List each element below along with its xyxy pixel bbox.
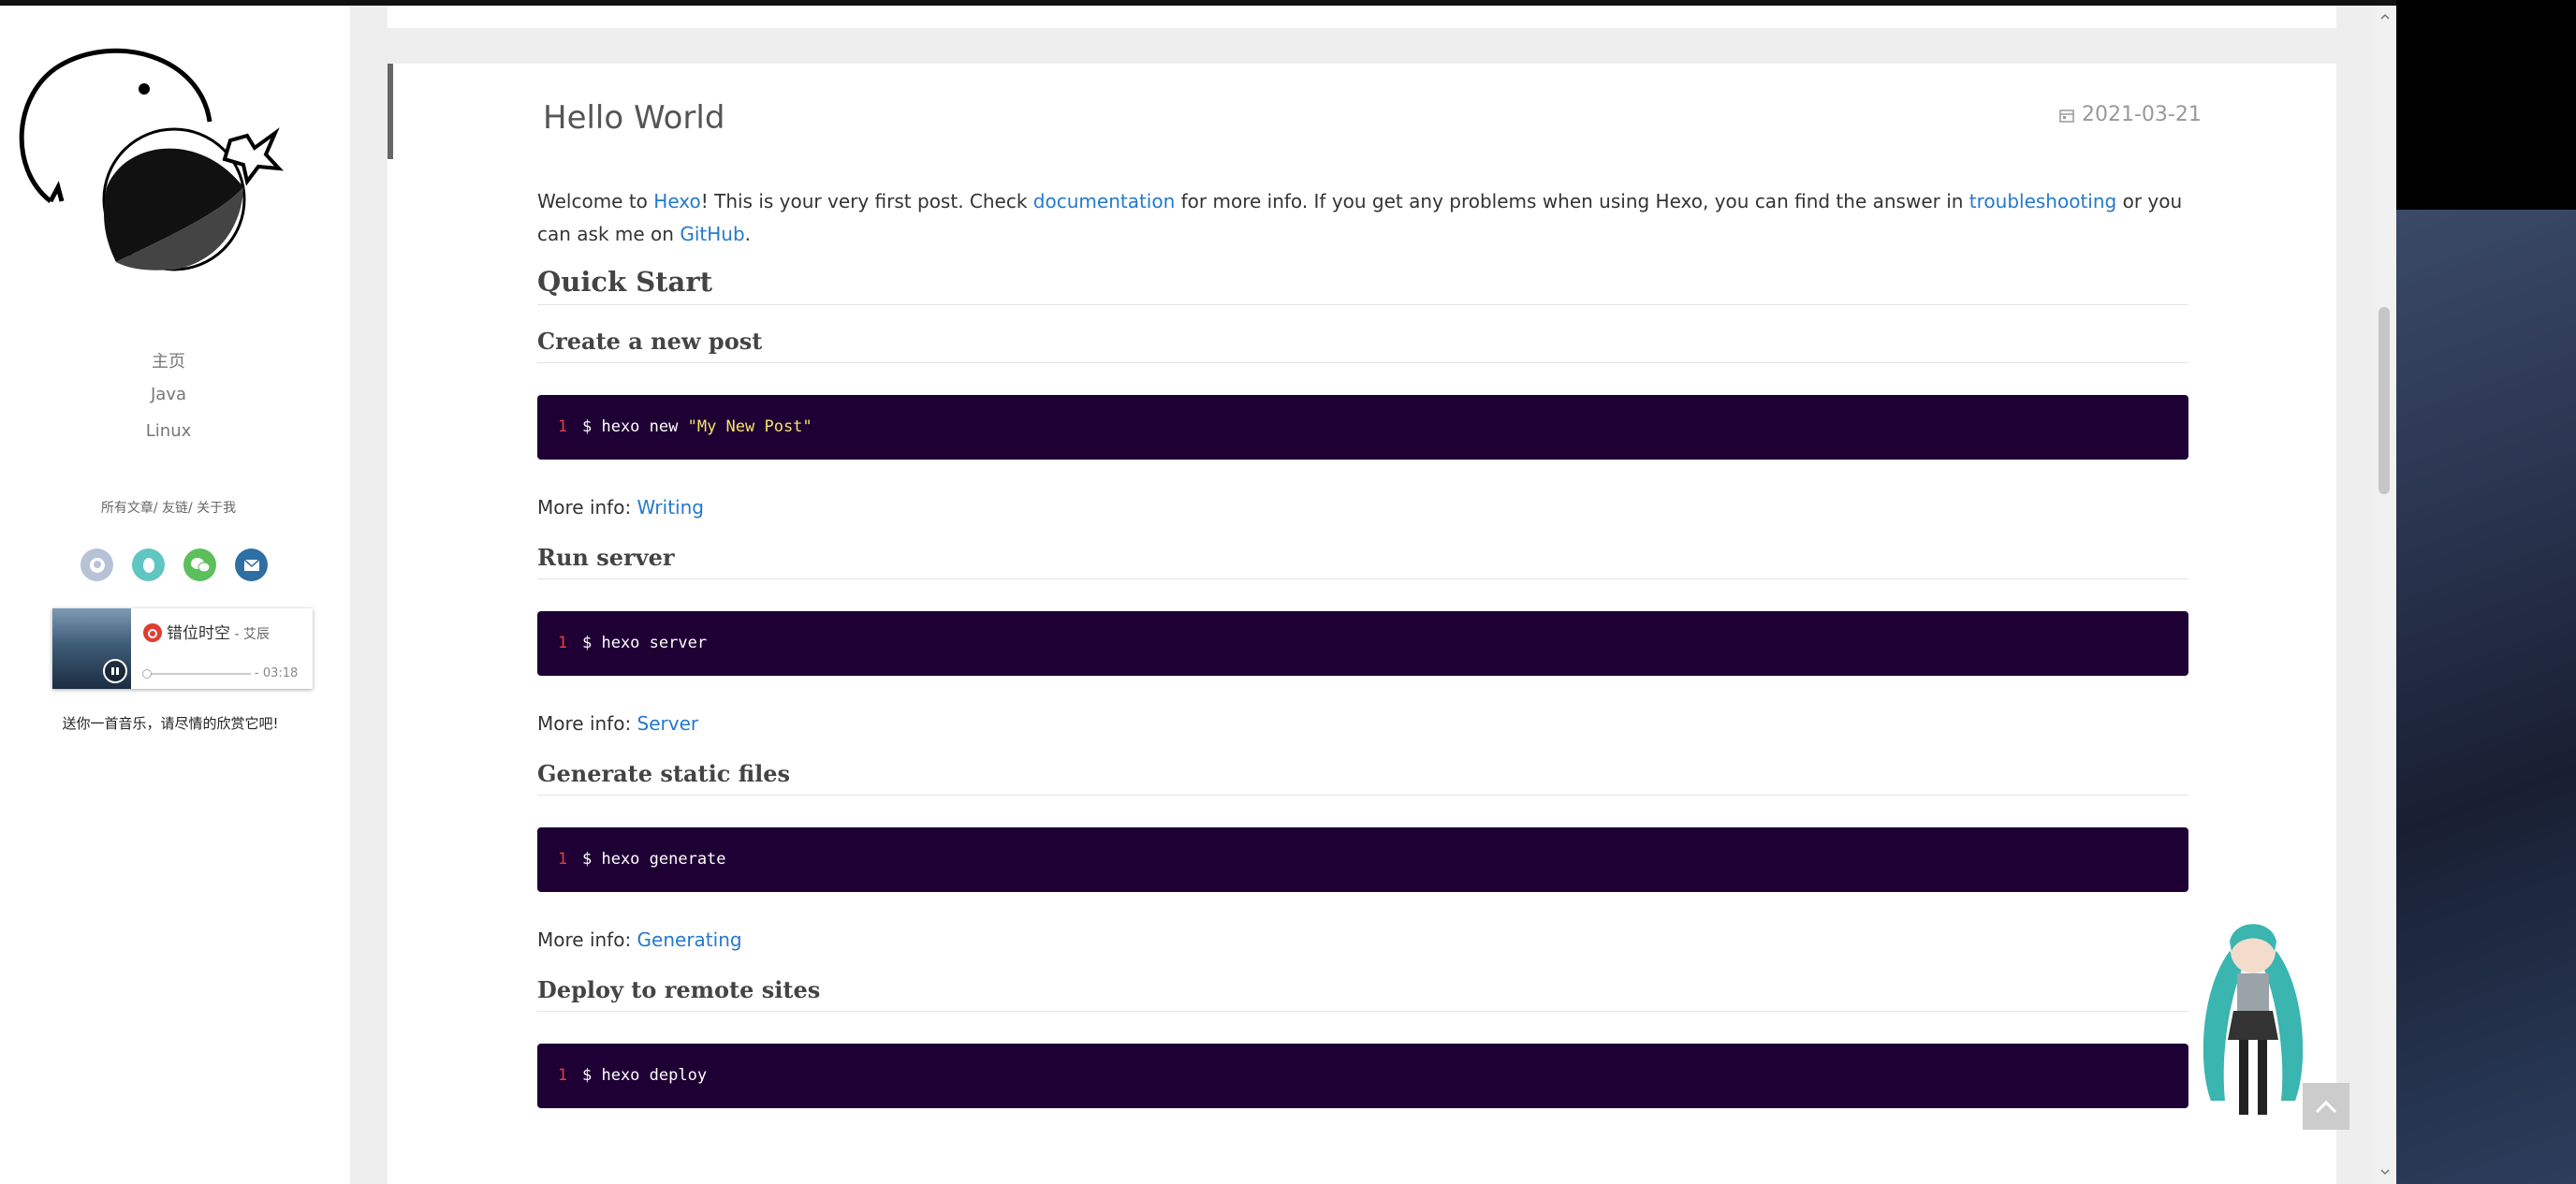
- avatar[interactable]: [13, 28, 294, 300]
- progress-knob[interactable]: [142, 669, 152, 679]
- chevron-up-icon: [2315, 1100, 2337, 1114]
- email-icon[interactable]: [235, 548, 268, 581]
- background-panel: [2396, 0, 2576, 1184]
- previous-card-edge: [388, 6, 2336, 28]
- heading-create-post: Create a new post: [537, 327, 2188, 363]
- pause-button[interactable]: [103, 659, 127, 683]
- song-title: 错位时空: [167, 624, 230, 643]
- progress-track: [148, 673, 251, 675]
- intro-paragraph: Welcome to Hexo! This is your very first…: [537, 190, 2183, 245]
- card-accent: [388, 64, 393, 159]
- post-date: 2021-03-21: [2059, 103, 2202, 126]
- more-info: More info: Writing: [537, 496, 704, 519]
- meta-links: 所有文章/ 友链/ 关于我: [100, 501, 237, 516]
- background-artwork: [2396, 210, 2576, 1184]
- code-block: 1 $ hexo deploy: [537, 1044, 2188, 1108]
- scroll-up-arrow-icon[interactable]: [2379, 11, 2391, 22]
- social-links: [80, 548, 268, 581]
- link-server[interactable]: Server: [637, 712, 699, 735]
- code-block: 1 $ hexo generate: [537, 827, 2188, 892]
- wechat-icon[interactable]: [183, 548, 216, 581]
- link-generating[interactable]: Generating: [637, 928, 742, 951]
- link-documentation[interactable]: documentation: [1033, 190, 1175, 212]
- line-number: 1: [557, 634, 568, 652]
- nav-linux[interactable]: Linux: [0, 421, 337, 441]
- link-troubleshooting[interactable]: troubleshooting: [1969, 190, 2116, 212]
- github-icon[interactable]: [80, 548, 113, 581]
- track-time: - 03:18: [255, 666, 299, 680]
- music-player: 错位时空 - 艾辰 - 03:18: [52, 608, 313, 689]
- scrollbar-thumb[interactable]: [2378, 307, 2390, 494]
- more-info: More info: Server: [537, 712, 699, 735]
- link-hexo[interactable]: Hexo: [653, 190, 700, 212]
- post-card: Hello World 2021-03-21 Welcome to Hexo! …: [388, 64, 2336, 1184]
- post-title[interactable]: Hello World: [543, 99, 724, 137]
- album-cover: [52, 608, 131, 689]
- link-about[interactable]: 关于我: [197, 501, 236, 516]
- line-number: 1: [557, 850, 568, 869]
- scrollbar[interactable]: [2374, 6, 2396, 1184]
- progress-bar[interactable]: - 03:18: [142, 666, 301, 680]
- heading-deploy: Deploy to remote sites: [537, 975, 2188, 1012]
- link-all-posts[interactable]: 所有文章: [101, 501, 154, 516]
- code-block: 1 $ hexo new "My New Post": [537, 395, 2188, 460]
- miku-mascot[interactable]: [2192, 914, 2314, 1138]
- post-content: Welcome to Hexo! This is your very first…: [537, 185, 2188, 1108]
- nav-home[interactable]: 主页: [0, 348, 337, 373]
- scroll-down-arrow-icon[interactable]: [2379, 1166, 2391, 1177]
- netease-music-icon: [143, 623, 162, 642]
- link-github[interactable]: GitHub: [680, 223, 744, 245]
- music-note: 送你一首音乐，请尽情的欣赏它吧!: [62, 715, 279, 732]
- code-block: 1 $ hexo server: [537, 611, 2188, 676]
- nav-java[interactable]: Java: [0, 385, 337, 404]
- heading-generate: Generate static files: [537, 759, 2188, 796]
- song-artist: - 艾辰: [230, 627, 270, 642]
- song-info: 错位时空 - 艾辰: [142, 620, 270, 643]
- more-info: More info: Generating: [537, 928, 742, 951]
- line-number: 1: [557, 1066, 568, 1085]
- line-number: 1: [557, 417, 568, 436]
- qq-icon[interactable]: [132, 548, 165, 581]
- link-writing[interactable]: Writing: [637, 496, 704, 519]
- calendar-icon: [2059, 109, 2074, 123]
- link-friends[interactable]: 友链: [162, 501, 188, 516]
- sidebar: 主页 Java Linux 所有文章/ 友链/ 关于我 错位时空 - 艾辰 - …: [0, 6, 350, 1184]
- heading-quick-start: Quick Start: [537, 263, 2188, 305]
- back-to-top-button[interactable]: [2303, 1083, 2349, 1130]
- heading-run-server: Run server: [537, 543, 2188, 579]
- post-date-text: 2021-03-21: [2082, 103, 2202, 126]
